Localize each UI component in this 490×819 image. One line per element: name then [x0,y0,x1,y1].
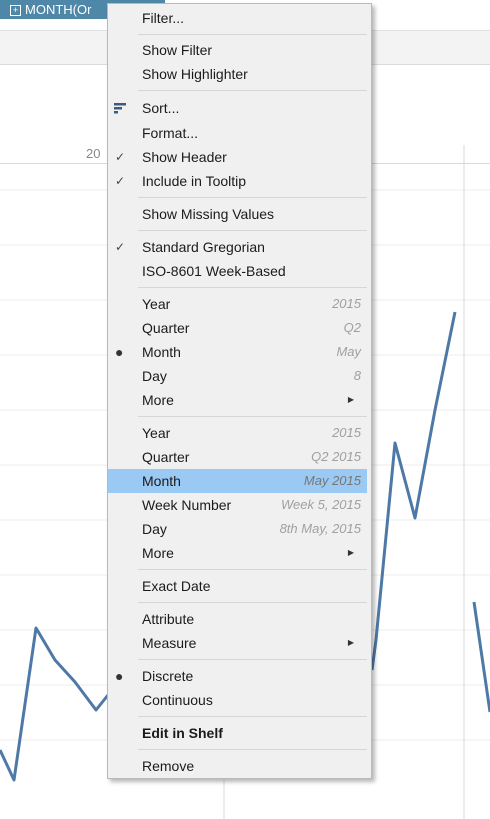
menu-separator [138,230,367,231]
menu-separator [138,716,367,717]
menu-item-attribute[interactable]: Attribute [108,607,367,631]
menu-item-month-value[interactable]: Month May 2015 [108,469,367,493]
checkmark-icon: ✓ [115,150,126,164]
menu-item-show-filter[interactable]: Show Filter [108,38,367,62]
menu-separator [138,197,367,198]
series-line-edge [472,601,490,713]
checkmark-icon: ✓ [115,174,126,188]
menu-item-iso-week-based[interactable]: ISO-8601 Week-Based [108,259,367,283]
menu-item-day-part[interactable]: Day 8 [108,364,367,388]
context-menu: Filter... Show Filter Show Highlighter S… [107,3,372,779]
menu-item-more-value[interactable]: More ▶ [108,541,367,565]
menu-item-year-part[interactable]: Year 2015 [108,292,367,316]
menu-item-edit-in-shelf[interactable]: Edit in Shelf [108,721,367,745]
menu-item-year-value[interactable]: Year 2015 [108,421,367,445]
menu-item-day-value[interactable]: Day 8th May, 2015 [108,517,367,541]
menu-item-standard-gregorian[interactable]: ✓ Standard Gregorian [108,235,367,259]
menu-item-week-number[interactable]: Week Number Week 5, 2015 [108,493,367,517]
menu-separator [138,602,367,603]
series-line-right [370,311,457,671]
menu-item-show-missing-values[interactable]: Show Missing Values [108,202,367,226]
menu-item-more-part[interactable]: More ▶ [108,388,367,412]
menu-item-remove[interactable]: Remove [108,754,367,778]
submenu-arrow-icon: ▶ [347,395,354,404]
menu-item-show-highlighter[interactable]: Show Highlighter [108,62,367,86]
menu-item-month-part[interactable]: ● Month May [108,340,367,364]
menu-item-include-tooltip[interactable]: ✓ Include in Tooltip [108,169,367,193]
menu-separator [138,416,367,417]
checkmark-icon: ✓ [115,240,126,254]
series-line-left [0,626,110,782]
menu-item-filter[interactable]: Filter... [108,6,367,30]
radio-dot-icon: ● [115,668,124,684]
menu-item-quarter-value[interactable]: Quarter Q2 2015 [108,445,367,469]
menu-separator [138,287,367,288]
menu-item-exact-date[interactable]: Exact Date [108,574,367,598]
menu-separator [138,90,367,91]
menu-separator [138,659,367,660]
submenu-arrow-icon: ▶ [347,548,354,557]
menu-item-show-header[interactable]: ✓ Show Header [108,145,367,169]
menu-item-measure[interactable]: Measure ▶ [108,631,367,655]
menu-item-quarter-part[interactable]: Quarter Q2 [108,316,367,340]
submenu-arrow-icon: ▶ [347,638,354,647]
menu-item-format[interactable]: Format... [108,121,367,145]
menu-item-sort[interactable]: Sort... [108,96,367,120]
menu-separator [138,569,367,570]
menu-separator [138,749,367,750]
menu-item-discrete[interactable]: ● Discrete [108,664,367,688]
menu-separator [138,34,367,35]
radio-dot-icon: ● [115,344,124,360]
menu-item-continuous[interactable]: Continuous [108,688,367,712]
sort-icon [114,103,126,114]
